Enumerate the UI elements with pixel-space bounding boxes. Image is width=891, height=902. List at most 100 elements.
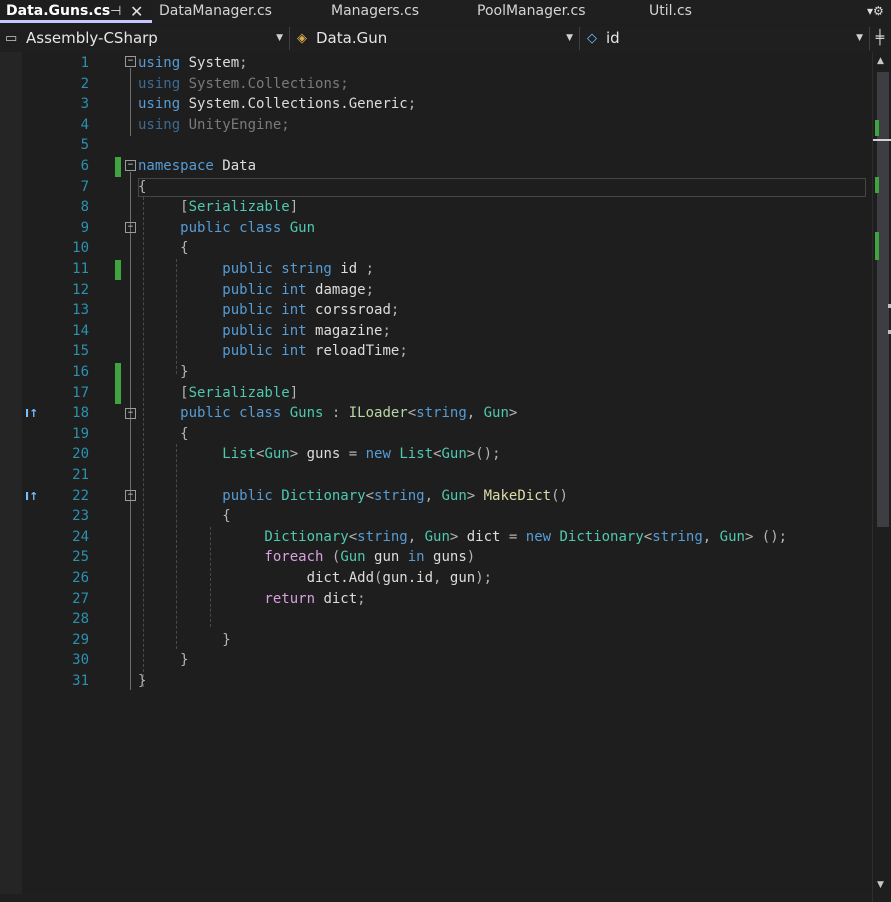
code-text: public int damage; (138, 280, 374, 300)
line-number: 29 (72, 631, 89, 648)
code-token: ; (407, 96, 417, 113)
code-editor[interactable]: − − − − − I↑ I↑ 1 using System; 2 using Sys… (0, 52, 872, 902)
code-token: ILoader (348, 405, 408, 422)
code-text: } (138, 362, 188, 382)
code-text: } (138, 650, 189, 670)
line-number: 3 (80, 96, 89, 113)
code-line[interactable]: 25 foreach (Gun gun in guns) (0, 547, 872, 567)
code-line[interactable]: 23 { (0, 506, 872, 526)
code-line[interactable]: 16 } (0, 362, 872, 382)
member-label: id (606, 29, 620, 47)
code-token: damage (315, 281, 366, 298)
line-number: 10 (72, 240, 89, 257)
code-line[interactable]: 12 public int damage; (0, 280, 872, 300)
code-token: magazine (315, 322, 383, 339)
code-line[interactable]: 14 public int magazine; (0, 321, 872, 341)
tab-util[interactable]: Util.cs (643, 0, 743, 23)
code-text: } (138, 630, 230, 650)
code-token: , (466, 405, 484, 422)
code-text: { (138, 238, 188, 258)
code-token: Dictionary (138, 528, 349, 545)
code-line[interactable]: 28 (0, 609, 872, 629)
code-line[interactable]: 10 { (0, 238, 872, 258)
code-text: { (138, 506, 230, 526)
code-line[interactable]: 21 (0, 465, 872, 485)
line-number: 5 (80, 137, 89, 154)
code-line[interactable]: 1 using System; (0, 53, 872, 73)
code-token: using (138, 75, 181, 92)
code-token: Gun (424, 528, 450, 545)
code-token: Gun (719, 528, 745, 545)
tab-overflow-icon[interactable]: ▾⚙ (867, 0, 884, 23)
code-line[interactable]: 18 public class Guns : ILoader<string, G… (0, 403, 872, 423)
code-token: using (138, 55, 181, 71)
scroll-up-icon[interactable]: ▲ (877, 56, 884, 66)
line-number: 24 (72, 528, 89, 545)
code-line[interactable]: 15 public int reloadTime; (0, 341, 872, 361)
line-number: 15 (72, 343, 89, 360)
tab-datamanager[interactable]: DataManager.cs (153, 0, 323, 23)
code-text: dict.Add(gun.id, gun); (138, 568, 492, 588)
code-token: } (138, 652, 189, 669)
code-text: public class Gun (138, 218, 315, 238)
scroll-down-icon[interactable]: ▼ (877, 880, 884, 890)
code-token: > (466, 487, 484, 504)
code-text: using System.Collections; (138, 74, 349, 94)
code-token: dict.Add (138, 570, 375, 586)
code-text: public int magazine; (138, 321, 391, 341)
code-token: gun (449, 570, 476, 586)
tab-managers[interactable]: Managers.cs (325, 0, 469, 23)
tab-label: Util.cs (649, 3, 692, 19)
code-text: public string id ; (138, 259, 374, 279)
pin-icon[interactable]: ⊣ (110, 0, 121, 23)
line-number: 23 (72, 508, 89, 525)
code-line[interactable]: 6 namespace Data (0, 156, 872, 176)
code-token: List (399, 446, 434, 463)
code-line[interactable]: 27 return dict; (0, 589, 872, 609)
line-number: 27 (72, 590, 89, 607)
vertical-scrollbar[interactable]: ▲ ▼ (872, 52, 891, 902)
code-token: guns (306, 446, 349, 463)
code-token: < (365, 487, 375, 504)
code-line[interactable]: 11 public string id ; (0, 259, 872, 279)
split-window-icon[interactable]: ╪ (871, 27, 889, 50)
code-token: >(); (466, 446, 501, 463)
code-token: new (525, 528, 560, 545)
close-icon[interactable]: ✕ (130, 0, 143, 23)
tab-poolmanager[interactable]: PoolManager.cs (471, 0, 641, 23)
type-dropdown[interactable]: ◈ Data.Gun ▼ (292, 27, 580, 50)
code-line[interactable]: 9 public class Gun (0, 218, 872, 238)
project-dropdown[interactable]: ▭ Assembly-CSharp ▼ (0, 27, 290, 50)
code-token: > (); (744, 528, 788, 545)
code-line[interactable]: 24 Dictionary<string, Gun> dict = new Di… (0, 527, 872, 547)
code-token: using (138, 96, 181, 113)
tab-data-guns[interactable]: Data.Guns.cs ⊣ ✕ (0, 0, 152, 23)
code-line[interactable]: 26 dict.Add(gun.id, gun); (0, 568, 872, 588)
code-line[interactable]: 31} (0, 671, 872, 691)
code-token: MakeDict (483, 487, 552, 504)
project-label: Assembly-CSharp (26, 29, 158, 47)
code-token: Dictionary (559, 528, 644, 545)
code-token: System.Collections; (180, 75, 349, 92)
code-line[interactable]: 30 } (0, 650, 872, 670)
navigation-bar: ▭ Assembly-CSharp ▼ ◈ Data.Gun ▼ ◇ id ▼ … (0, 26, 891, 53)
code-line[interactable]: 2 using System.Collections; (0, 74, 872, 94)
line-number: 7 (80, 178, 89, 195)
code-line[interactable]: 5 (0, 135, 872, 155)
code-line[interactable]: 22 public Dictionary<string, Gun> MakeDi… (0, 486, 872, 506)
code-line[interactable]: 3 using System.Collections.Generic; (0, 94, 872, 114)
code-line[interactable]: 7{ (0, 177, 872, 197)
code-text: using System.Collections.Generic; (138, 94, 416, 114)
code-line[interactable]: 19 { (0, 424, 872, 444)
type-label: Data.Gun (316, 29, 388, 47)
code-line[interactable]: 29 } (0, 630, 872, 650)
code-token: Gun (340, 549, 375, 566)
code-line[interactable]: 17 [Serializable] (0, 383, 872, 403)
code-line[interactable]: 8 [Serializable] (0, 197, 872, 217)
code-token: public class (138, 405, 290, 422)
code-line[interactable]: 4 using UnityEngine; (0, 115, 872, 135)
code-line[interactable]: 13 public int corssroad; (0, 300, 872, 320)
code-line[interactable]: 20 List<Gun> guns = new List<Gun>(); (0, 444, 872, 464)
member-dropdown[interactable]: ◇ id ▼ (582, 27, 870, 50)
caret-position-marker (873, 139, 891, 141)
